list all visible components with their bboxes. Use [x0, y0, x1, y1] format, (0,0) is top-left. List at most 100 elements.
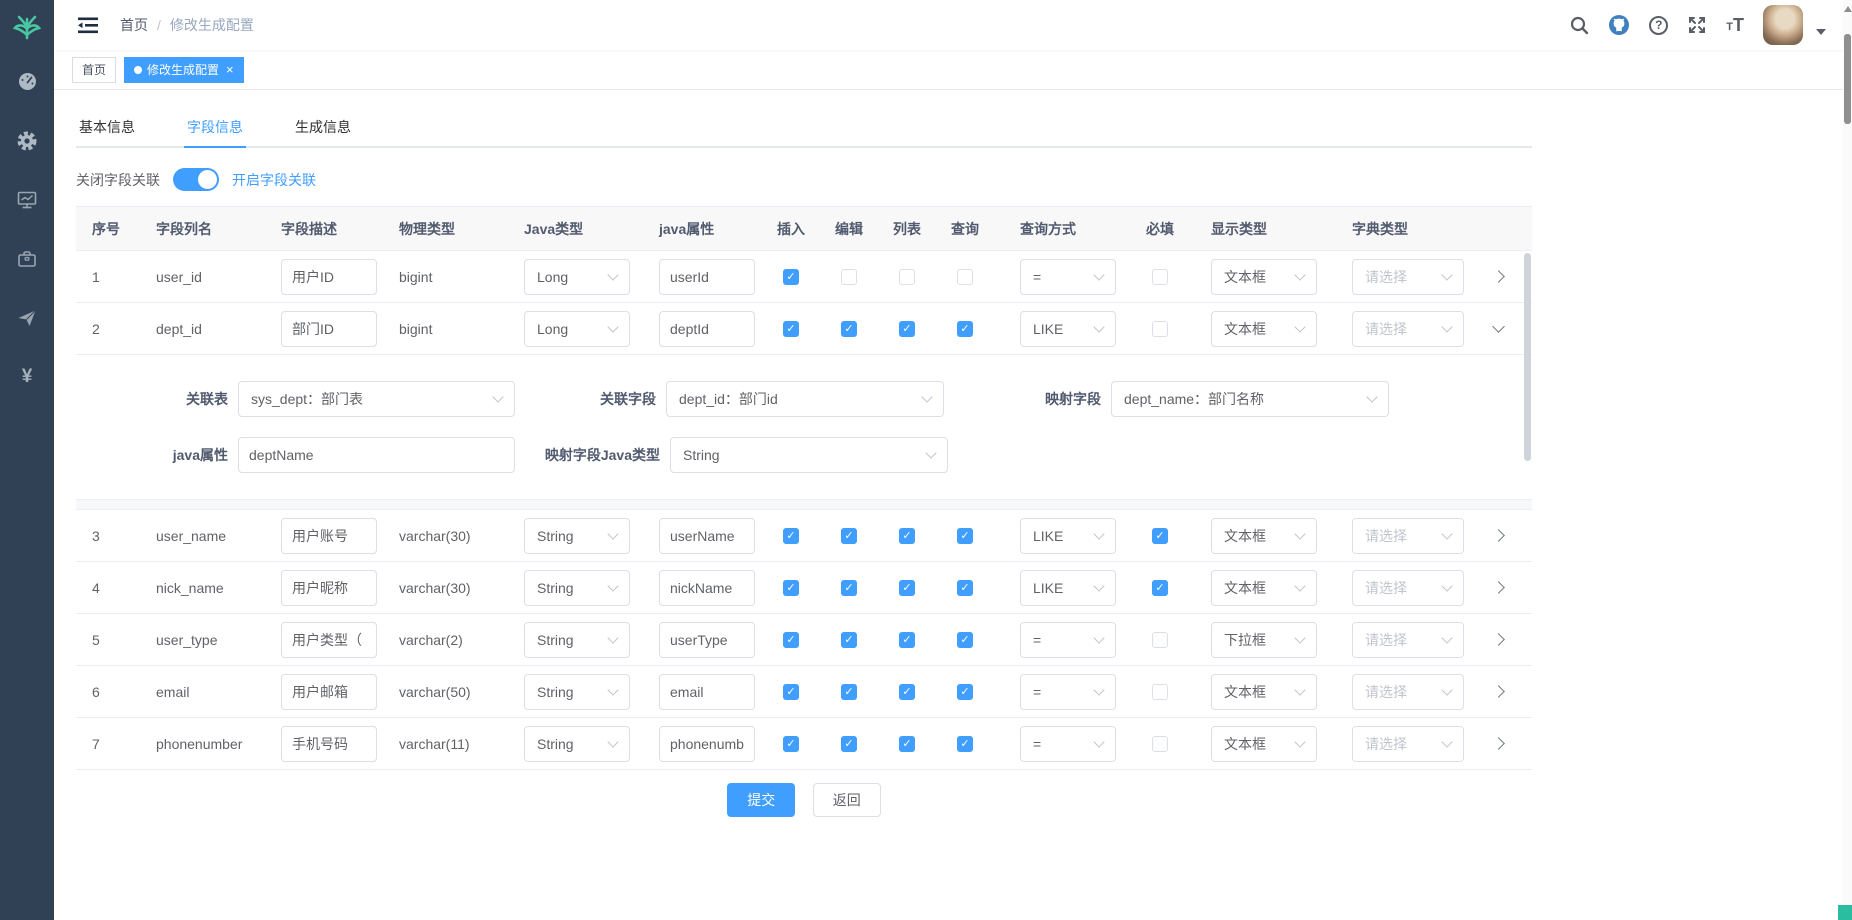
edit-checkbox[interactable] [841, 684, 857, 700]
query-checkbox[interactable] [957, 321, 973, 337]
query-checkbox[interactable] [957, 580, 973, 596]
tag-home[interactable]: 首页 [72, 57, 116, 83]
relation-field-select[interactable]: dept_id：部门id [666, 381, 944, 417]
java-field-input[interactable] [659, 622, 755, 658]
query-type-select[interactable]: LIKE [1020, 570, 1116, 606]
java-type-select[interactable]: Long [524, 311, 630, 347]
java-field-input[interactable] [659, 311, 755, 347]
html-type-select[interactable]: 文本框 [1211, 570, 1317, 606]
required-checkbox[interactable] [1152, 269, 1168, 285]
column-comment-input[interactable] [281, 674, 377, 710]
edit-checkbox[interactable] [841, 528, 857, 544]
java-field-input[interactable] [659, 518, 755, 554]
required-checkbox[interactable] [1152, 632, 1168, 648]
collapse-menu-icon[interactable] [78, 17, 98, 34]
list-checkbox[interactable] [899, 736, 915, 752]
java-attr-input[interactable] [238, 437, 515, 473]
tag-current[interactable]: 修改生成配置 × [124, 57, 244, 83]
sidebar-item-system[interactable] [0, 111, 54, 170]
tab-gen-info[interactable]: 生成信息 [292, 108, 354, 146]
fullscreen-icon[interactable] [1687, 15, 1707, 35]
java-type-select[interactable]: String [524, 726, 630, 762]
query-type-select[interactable]: = [1020, 674, 1116, 710]
app-logo[interactable] [0, 0, 54, 52]
list-checkbox[interactable] [899, 632, 915, 648]
required-checkbox[interactable] [1152, 684, 1168, 700]
expand-row-icon[interactable] [1492, 737, 1505, 750]
dict-type-select[interactable]: 请选择 [1352, 674, 1464, 710]
edit-checkbox[interactable] [841, 269, 857, 285]
query-checkbox[interactable] [957, 528, 973, 544]
insert-checkbox[interactable] [783, 580, 799, 596]
edit-checkbox[interactable] [841, 321, 857, 337]
html-type-select[interactable]: 文本框 [1211, 674, 1317, 710]
insert-checkbox[interactable] [783, 684, 799, 700]
html-type-select[interactable]: 下拉框 [1211, 622, 1317, 658]
java-type-select[interactable]: String [524, 622, 630, 658]
dict-type-select[interactable]: 请选择 [1352, 570, 1464, 606]
column-comment-input[interactable] [281, 259, 377, 295]
dict-type-select[interactable]: 请选择 [1352, 622, 1464, 658]
search-icon[interactable] [1570, 16, 1589, 35]
java-type-select[interactable]: String [524, 570, 630, 606]
help-icon[interactable]: ? [1649, 16, 1668, 35]
tab-basic-info[interactable]: 基本信息 [76, 108, 138, 146]
required-checkbox[interactable] [1152, 580, 1168, 596]
dict-type-select[interactable]: 请选择 [1352, 726, 1464, 762]
relation-table-select[interactable]: sys_dept：部门表 [238, 381, 515, 417]
edit-checkbox[interactable] [841, 580, 857, 596]
list-checkbox[interactable] [899, 321, 915, 337]
scrollbar-up-arrow-icon[interactable] [1844, 6, 1852, 12]
html-type-select[interactable]: 文本框 [1211, 518, 1317, 554]
query-checkbox[interactable] [957, 269, 973, 285]
dict-type-select[interactable]: 请选择 [1352, 259, 1464, 295]
query-checkbox[interactable] [957, 632, 973, 648]
map-java-type-select[interactable]: String [670, 437, 948, 473]
java-field-input[interactable] [659, 674, 755, 710]
expand-row-icon[interactable] [1492, 581, 1505, 594]
field-relation-switch[interactable] [173, 168, 219, 191]
query-type-select[interactable]: = [1020, 726, 1116, 762]
required-checkbox[interactable] [1152, 736, 1168, 752]
column-comment-input[interactable] [281, 570, 377, 606]
java-type-select[interactable]: String [524, 518, 630, 554]
column-comment-input[interactable] [281, 518, 377, 554]
user-menu-caret-icon[interactable] [1816, 29, 1826, 35]
html-type-select[interactable]: 文本框 [1211, 259, 1317, 295]
list-checkbox[interactable] [899, 684, 915, 700]
dict-type-select[interactable]: 请选择 [1352, 311, 1464, 347]
column-comment-input[interactable] [281, 622, 377, 658]
edit-checkbox[interactable] [841, 632, 857, 648]
sidebar-item-dashboard[interactable] [0, 52, 54, 111]
sidebar-item-monitor[interactable] [0, 170, 54, 229]
html-type-select[interactable]: 文本框 [1211, 311, 1317, 347]
tab-field-info[interactable]: 字段信息 [184, 108, 246, 146]
required-checkbox[interactable] [1152, 321, 1168, 337]
sidebar-item-deploy[interactable] [0, 288, 54, 347]
expand-row-icon[interactable] [1492, 633, 1505, 646]
list-checkbox[interactable] [899, 580, 915, 596]
query-type-select[interactable]: = [1020, 622, 1116, 658]
insert-checkbox[interactable] [783, 528, 799, 544]
java-field-input[interactable] [659, 570, 755, 606]
required-checkbox[interactable] [1152, 528, 1168, 544]
insert-checkbox[interactable] [783, 321, 799, 337]
expand-row-icon[interactable] [1492, 270, 1505, 283]
map-field-select[interactable]: dept_name：部门名称 [1111, 381, 1389, 417]
query-type-select[interactable]: LIKE [1020, 518, 1116, 554]
sidebar-item-pay[interactable]: ¥ [0, 347, 54, 406]
query-type-select[interactable]: LIKE [1020, 311, 1116, 347]
java-type-select[interactable]: String [524, 674, 630, 710]
java-field-input[interactable] [659, 259, 755, 295]
dict-type-select[interactable]: 请选择 [1352, 518, 1464, 554]
submit-button[interactable]: 提交 [727, 783, 795, 817]
expand-row-icon[interactable] [1492, 529, 1505, 542]
back-button[interactable]: 返回 [813, 783, 881, 817]
edit-checkbox[interactable] [841, 736, 857, 752]
column-comment-input[interactable] [281, 311, 377, 347]
page-scrollbar-thumb[interactable] [1844, 34, 1851, 124]
query-checkbox[interactable] [957, 736, 973, 752]
font-size-icon[interactable]: TT [1726, 16, 1744, 34]
java-type-select[interactable]: Long [524, 259, 630, 295]
list-checkbox[interactable] [899, 528, 915, 544]
